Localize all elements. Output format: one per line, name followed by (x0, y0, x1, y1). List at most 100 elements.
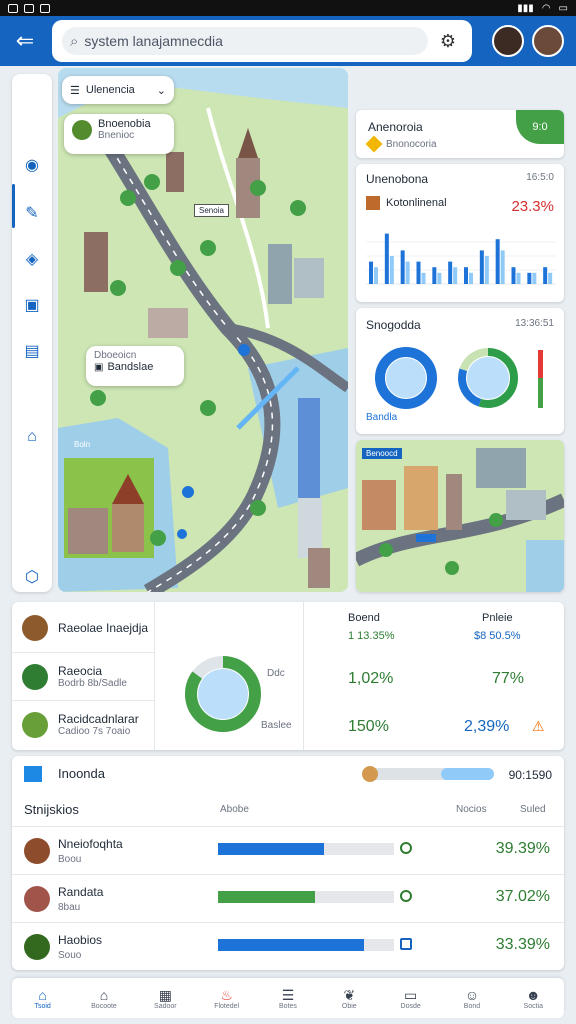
slider-handle[interactable] (362, 766, 378, 782)
search-input[interactable] (84, 33, 420, 49)
stat-value: 2,39% (464, 718, 510, 735)
summary-card[interactable]: Anenoroia Bnonocoria 9:0 (356, 110, 564, 158)
search-bar: ⌕ ⚙ (52, 20, 472, 62)
bar (484, 256, 489, 284)
row-value: 37.02% (495, 888, 550, 905)
status-bar: ▮▮▮ ◠ ▭ (0, 0, 576, 16)
hexagon-icon[interactable]: ⬡ (12, 562, 52, 592)
layer-selector-label: Ulenencia (85, 84, 135, 96)
nav-tab[interactable]: ♨ Flotedel (196, 978, 257, 1018)
layer-selector[interactable]: ☰ Ulenencia ⌄ (62, 76, 174, 104)
settings-gear-icon[interactable]: ⚙ (434, 31, 462, 52)
map-popup[interactable]: Dboeoicn ▣ Bandslae (86, 346, 184, 386)
column-header: Boend (348, 612, 380, 624)
row-sub: 8bau (58, 902, 81, 913)
stats-row[interactable]: Raeocia Bodrb 8b/Sadle (12, 652, 154, 700)
bar (405, 261, 410, 284)
nav-tab-label: Soctia (523, 1002, 544, 1010)
row-sub: Boou (58, 854, 82, 865)
bar (437, 272, 442, 284)
profile-avatar[interactable] (492, 25, 524, 57)
bar-chart (366, 233, 556, 285)
app-bar: ⇐ ⌕ ⚙ (0, 16, 576, 66)
map-view[interactable]: ☰ Ulenencia ⌄ Bnoenobia Bnenioc Dboeoicn… (58, 68, 348, 592)
bar-chart-card[interactable]: Unenobona 16:5:0 Kotonlinenal 23.3% (356, 164, 564, 302)
progress-slider[interactable] (362, 766, 494, 782)
metric-label: Kotonlinenal (386, 197, 447, 209)
card-icon[interactable]: ▤ (12, 336, 52, 366)
map-popup[interactable]: Bnoenobia Bnenioc (64, 114, 174, 154)
table-row[interactable]: Haobios Souo 33.39% (12, 922, 564, 970)
location-icon[interactable]: ◉ (12, 150, 52, 180)
donut-card[interactable]: Snogodda 13:36:51 Bandla (356, 308, 564, 434)
row-sub: Souo (58, 950, 82, 961)
bar (432, 267, 437, 284)
search-icon: ⌕ (70, 32, 79, 50)
app-icon (8, 3, 18, 13)
status-square-icon (400, 938, 412, 950)
nav-tab-label: Botes (279, 1002, 297, 1010)
row-name: Randata (58, 885, 104, 899)
popup-title: Bnoenobia (98, 118, 151, 130)
popup-subtitle: Bnenioc (98, 130, 135, 141)
bar (400, 250, 405, 284)
nav-tab[interactable]: ☺ Bond (441, 978, 502, 1018)
row-name: Racidcadnlarar (58, 712, 139, 726)
column-subvalue: $8 50.5% (474, 630, 521, 642)
indicator-bar (538, 378, 543, 408)
bar (511, 267, 516, 284)
back-arrow-icon[interactable]: ⇐ (10, 26, 40, 56)
progress-fill (218, 843, 324, 855)
bar (464, 267, 468, 284)
nav-tab[interactable]: ▭ Dosde (380, 978, 441, 1018)
donut-sublabel: Baslee (261, 720, 292, 731)
home-icon[interactable]: ⌂ (12, 422, 52, 452)
city-card[interactable]: Benoocd (356, 440, 564, 592)
bar (495, 239, 500, 284)
sidebar: ◉ ✎ ◈ ▣ ▤ ⌂ ⬡ (12, 74, 52, 592)
popup-subtitle: Bandslae (107, 361, 154, 373)
app-icon (24, 3, 34, 13)
calendar-icon: ▦ (158, 986, 172, 1003)
status-badge: 9:0 (516, 110, 564, 144)
nav-tab[interactable]: ⌂ Bocoote (73, 978, 134, 1018)
nav-tab[interactable]: ❦ Obie (319, 978, 380, 1018)
nav-tab-label: Bocoote (91, 1002, 117, 1010)
brush-icon[interactable]: ✎ (12, 198, 52, 228)
nav-tab[interactable]: ⌂ Tsoid (12, 978, 73, 1018)
bar (416, 261, 421, 284)
row-sub: Cadioo 7s 7oaio (58, 726, 131, 737)
table-row[interactable]: Randata 8bau 37.02% (12, 874, 564, 922)
bar (516, 272, 521, 284)
eye-icon[interactable]: ◈ (12, 244, 52, 274)
nav-tab[interactable]: ☻ Soctia (503, 978, 564, 1018)
map-label-box: Senoia (194, 204, 229, 217)
user-avatar[interactable] (532, 25, 564, 57)
stat-value: 1,02% (348, 670, 394, 687)
column-subvalue: 1 13.35% (348, 630, 395, 642)
stats-row[interactable]: Racidcadnlarar Cadioo 7s 7oaio (12, 700, 154, 748)
bar (389, 256, 394, 284)
status-ring-icon (400, 890, 412, 902)
nav-tab-label: Obie (341, 1002, 357, 1010)
avatar (22, 615, 48, 641)
card-title: Inoonda (58, 766, 105, 781)
stats-row[interactable]: Raeolae Inaejdja (12, 604, 154, 652)
card-title: Snogodda (366, 318, 421, 332)
nav-tab[interactable]: ▦ Sadoor (135, 978, 196, 1018)
metric-value: 23.3% (511, 198, 554, 215)
stats-donut-center (198, 669, 248, 719)
avatar (24, 838, 50, 864)
search-pill: ⌕ (62, 27, 428, 55)
person-icon: ☻ (525, 986, 541, 1003)
nav-tab-label: Dosde (400, 1002, 421, 1010)
progress-card: Inoonda 90:1590 Stnijskios Abobe Nocios … (12, 756, 564, 970)
stats-card: Raeolae Inaejdja Raeocia Bodrb 8b/Sadle R… (12, 602, 564, 750)
column-header: Pnleie (482, 612, 513, 624)
table-row[interactable]: Nneiofoqhta Boou 39.39% (12, 826, 564, 874)
nav-tab-label: Sadoor (154, 1002, 177, 1010)
bar (369, 261, 373, 284)
monitor-icon[interactable]: ▣ (12, 290, 52, 320)
stat-value: 150% (348, 718, 389, 735)
nav-tab[interactable]: ☰ Botes (257, 978, 318, 1018)
